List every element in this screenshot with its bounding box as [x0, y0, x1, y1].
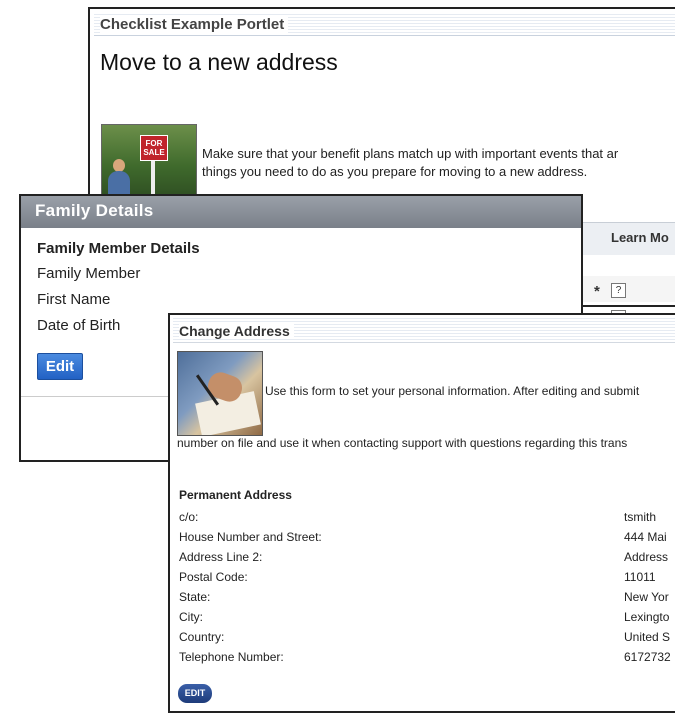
permanent-address-heading: Permanent Address: [179, 488, 292, 502]
house-number-street-label: House Number and Street:: [179, 530, 322, 544]
city-value: Lexingto: [624, 610, 670, 624]
checklist-intro-line-1: Make sure that your benefit plans match …: [202, 146, 619, 161]
country-label: Country:: [179, 630, 225, 644]
postal-code-value: 11011: [624, 570, 656, 584]
checklist-titlebar: Checklist Example Portlet: [94, 13, 675, 36]
telephone-number-value: 6172732: [624, 650, 671, 664]
state-label: State:: [179, 590, 211, 604]
writing-photo: [177, 351, 263, 436]
family-member-details-heading: Family Member Details: [37, 240, 200, 257]
checklist-intro: Make sure that your benefit plans match …: [202, 145, 675, 181]
family-details-title: Family Details: [35, 201, 154, 220]
change-address-intro-line-2: number on file and use it when contactin…: [177, 436, 628, 450]
state-value: New Yor: [624, 590, 669, 604]
checklist-portlet-title: Checklist Example Portlet: [100, 16, 289, 33]
postal-code-label: Postal Code:: [179, 570, 248, 584]
for-sale-sign: FOR SALE: [140, 135, 168, 161]
date-of-birth-label: Date of Birth: [37, 317, 121, 334]
city-label: City:: [179, 610, 203, 624]
help-icon[interactable]: ?: [611, 283, 626, 298]
learn-more-header: Learn Mo: [583, 222, 675, 255]
change-address-title: Change Address: [179, 323, 294, 339]
for-sale-photo: FOR SALE: [101, 124, 197, 201]
required-marker: *: [594, 283, 600, 300]
change-address-titlebar: Change Address: [173, 318, 675, 343]
co-label: c/o:: [179, 510, 199, 524]
address-edit-button[interactable]: EDIT: [178, 684, 212, 703]
address-line-2-value: Address: [624, 550, 669, 564]
family-member-label: Family Member: [37, 265, 141, 282]
checklist-intro-line-2: things you need to do as you prepare for…: [202, 164, 588, 179]
address-line-2-label: Address Line 2:: [179, 550, 263, 564]
page-title: Move to a new address: [100, 49, 338, 75]
country-value: United S: [624, 630, 671, 644]
co-value: tsmith: [624, 510, 657, 524]
learn-more-link[interactable]: Learn Mo: [611, 230, 669, 245]
house-number-street-value: 444 Mai: [624, 530, 667, 544]
telephone-number-label: Telephone Number:: [179, 650, 284, 664]
change-address-panel: Change Address Use this form to set your…: [168, 313, 675, 713]
change-address-intro-line-1: Use this form to set your personal infor…: [265, 384, 640, 398]
family-edit-button[interactable]: Edit: [37, 353, 83, 380]
family-details-header: Family Details: [21, 196, 581, 228]
first-name-label: First Name: [37, 291, 111, 308]
